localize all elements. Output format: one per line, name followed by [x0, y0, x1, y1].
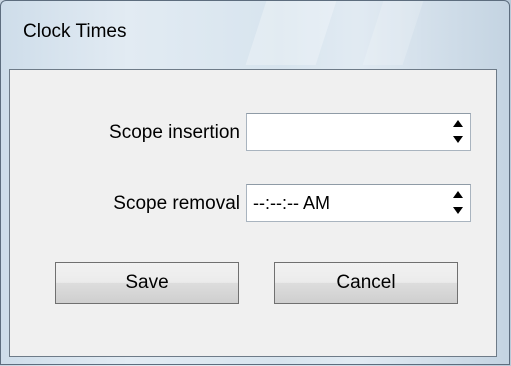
glass-highlight: [245, 1, 337, 65]
spin-buttons: [446, 185, 470, 221]
scope-removal-time-picker[interactable]: --:--:-- AM: [246, 184, 471, 222]
scope-removal-value[interactable]: --:--:-- AM: [253, 193, 330, 214]
spin-up-icon[interactable]: [446, 185, 470, 203]
dialog-window: Clock Times Scope insertion Scope remova…: [0, 0, 510, 365]
spin-down-icon[interactable]: [446, 132, 470, 150]
cancel-button[interactable]: Cancel: [274, 262, 458, 304]
dialog-content: Scope insertion Scope removal --:--:-- A…: [9, 69, 497, 357]
scope-insertion-time-picker[interactable]: [246, 113, 471, 151]
save-button[interactable]: Save: [55, 262, 239, 304]
scope-removal-label: Scope removal: [113, 193, 240, 214]
spin-buttons: [446, 114, 470, 150]
window-title: Clock Times: [23, 21, 127, 42]
spin-up-icon[interactable]: [446, 114, 470, 132]
glass-highlight: [362, 1, 424, 65]
spin-down-icon[interactable]: [446, 203, 470, 221]
scope-insertion-label: Scope insertion: [109, 122, 240, 143]
